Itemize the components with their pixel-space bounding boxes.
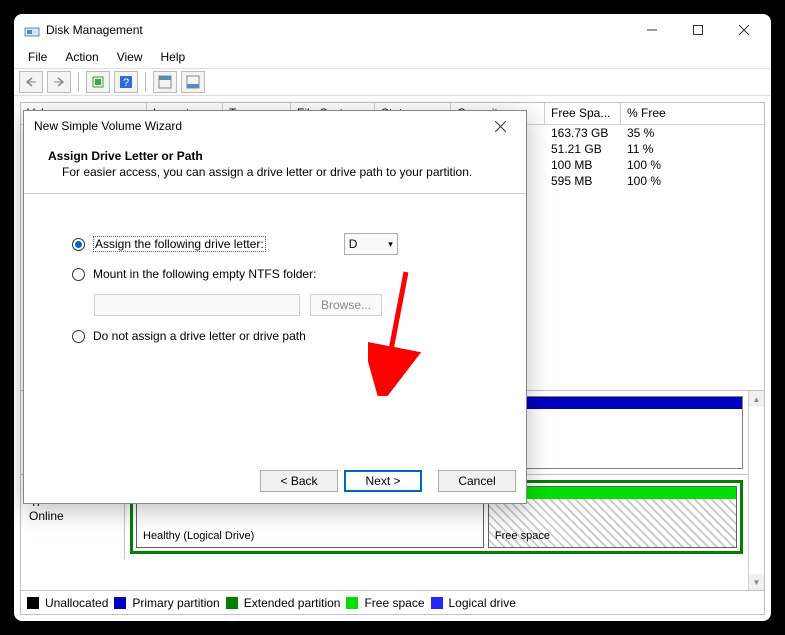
maximize-button[interactable] [675, 14, 721, 46]
menu-help[interactable]: Help [153, 48, 194, 66]
radio-no-letter[interactable] [72, 330, 85, 343]
radio-mount-folder-label: Mount in the following empty NTFS folder… [93, 267, 316, 281]
legend: Unallocated Primary partition Extended p… [21, 590, 764, 614]
legend-swatch-free [346, 597, 358, 609]
th-pctfree[interactable]: % Free [621, 103, 764, 124]
app-icon [24, 22, 40, 38]
menubar: File Action View Help [14, 46, 771, 68]
minimize-button[interactable] [629, 14, 675, 46]
legend-swatch-logical [431, 597, 443, 609]
help-button[interactable]: ? [114, 71, 138, 93]
legend-swatch-unallocated [27, 597, 39, 609]
menu-view[interactable]: View [109, 48, 151, 66]
svg-text:?: ? [123, 77, 129, 89]
menu-action[interactable]: Action [57, 48, 106, 66]
next-button[interactable]: Next > [344, 470, 422, 492]
wizard-dialog: New Simple Volume Wizard Assign Drive Le… [23, 110, 527, 504]
th-free[interactable]: Free Spa... [545, 103, 621, 124]
view-top-button[interactable] [153, 71, 177, 93]
view-bottom-button[interactable] [181, 71, 205, 93]
window-title: Disk Management [46, 23, 143, 37]
browse-button: Browse... [310, 294, 382, 316]
radio-assign-letter[interactable] [72, 238, 85, 251]
radio-assign-letter-label: Assign the following drive letter: [93, 236, 266, 252]
dialog-close-button[interactable] [484, 114, 516, 138]
disk-panel-scrollbar[interactable]: ▲ ▼ [748, 391, 764, 590]
close-icon [495, 121, 506, 132]
nav-back-button[interactable] [19, 71, 43, 93]
dialog-subtitle: For easier access, you can assign a driv… [48, 165, 502, 179]
scroll-down-icon[interactable]: ▼ [749, 574, 764, 590]
close-button[interactable] [721, 14, 767, 46]
nav-fwd-button[interactable] [47, 71, 71, 93]
radio-mount-folder[interactable] [72, 268, 85, 281]
chevron-down-icon: ▾ [388, 239, 393, 250]
cancel-button[interactable]: Cancel [438, 470, 516, 492]
menu-file[interactable]: File [20, 48, 55, 66]
scroll-up-icon[interactable]: ▲ [749, 391, 764, 407]
refresh-button[interactable] [86, 71, 110, 93]
legend-swatch-extended [226, 597, 238, 609]
dialog-heading: Assign Drive Letter or Path [48, 149, 502, 163]
titlebar: Disk Management [14, 14, 771, 46]
drive-letter-select[interactable]: D ▾ [344, 233, 398, 255]
mount-folder-input [94, 294, 300, 316]
back-button[interactable]: < Back [260, 470, 338, 492]
radio-no-letter-label: Do not assign a drive letter or drive pa… [93, 329, 306, 343]
dialog-title: New Simple Volume Wizard [34, 119, 182, 133]
legend-swatch-primary [114, 597, 126, 609]
toolbar: ? [14, 68, 771, 96]
